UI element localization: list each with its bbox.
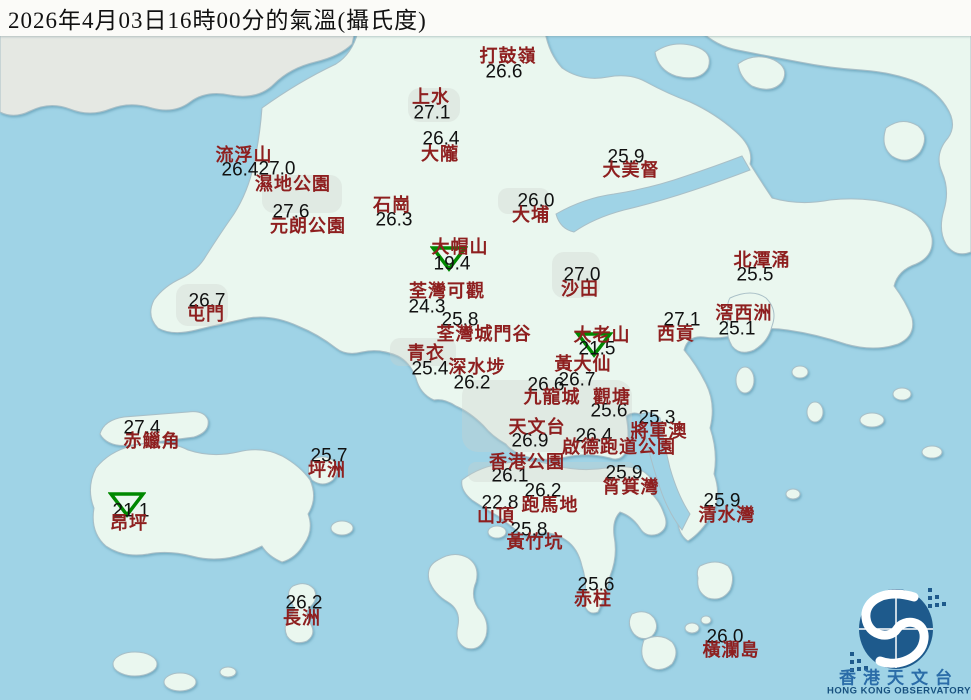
station-name: 打鼓嶺 xyxy=(480,47,537,65)
station-name: 北潭涌 xyxy=(734,251,791,269)
station-name: 筲箕灣 xyxy=(603,478,660,496)
page-title: 2026年4月03日16時00分的氣溫(攝氏度) xyxy=(8,1,427,35)
station-name: 屯門 xyxy=(187,305,225,323)
station-name: 滘西洲 xyxy=(716,304,773,322)
station-name: 長洲 xyxy=(283,609,321,627)
station-name: 跑馬地 xyxy=(522,496,579,514)
station-name: 深水埗 xyxy=(449,358,506,376)
station-name: 啟德跑道公園 xyxy=(562,438,676,456)
station-name: 大老山 xyxy=(574,326,631,344)
station-name: 元朗公園 xyxy=(270,217,346,235)
station-name: 沙田 xyxy=(561,280,599,298)
station-name: 赤鱲角 xyxy=(124,432,181,450)
station-temp: 19.4 xyxy=(434,255,471,274)
station-name: 昂坪 xyxy=(110,514,148,532)
station-name: 大帽山 xyxy=(432,238,489,256)
station-name: 坪洲 xyxy=(308,461,346,479)
station-name: 荃灣可觀 xyxy=(409,282,485,300)
hko-logo-name-en: HONG KONG OBSERVATORY xyxy=(827,686,971,696)
station-name: 香港公園 xyxy=(489,453,565,471)
station-name: 黃竹坑 xyxy=(507,533,564,551)
station-name: 九龍城 xyxy=(524,388,581,406)
title-bar: 2026年4月03日16時00分的氣溫(攝氏度) xyxy=(0,0,971,36)
stations-layer: 26.6打鼓嶺27.1上水26.4大隴26.4流浮山27.0濕地公園27.6元朗… xyxy=(0,0,971,700)
station-name: 山頂 xyxy=(477,507,515,525)
hko-logo-name-zh: 香港天文台 xyxy=(839,670,959,687)
station-name: 石崗 xyxy=(373,196,411,214)
station-name: 荃灣城門谷 xyxy=(437,325,532,343)
station-name: 天文台 xyxy=(509,418,566,436)
station-name: 上水 xyxy=(412,88,450,106)
temperature-map-screen: 26.6打鼓嶺27.1上水26.4大隴26.4流浮山27.0濕地公園27.6元朗… xyxy=(0,0,971,700)
station-name: 濕地公園 xyxy=(255,175,331,193)
station-name: 觀塘 xyxy=(593,388,631,406)
station-name: 清水灣 xyxy=(699,506,756,524)
station-name: 橫瀾島 xyxy=(703,641,760,659)
station-name: 赤柱 xyxy=(574,590,612,608)
station-name: 西貢 xyxy=(657,325,695,343)
station-name: 黃大仙 xyxy=(555,355,612,373)
station-name: 大隴 xyxy=(421,145,459,163)
station-name: 青衣 xyxy=(407,344,445,362)
station-name: 大埔 xyxy=(512,206,550,224)
station-name: 大美督 xyxy=(603,161,660,179)
